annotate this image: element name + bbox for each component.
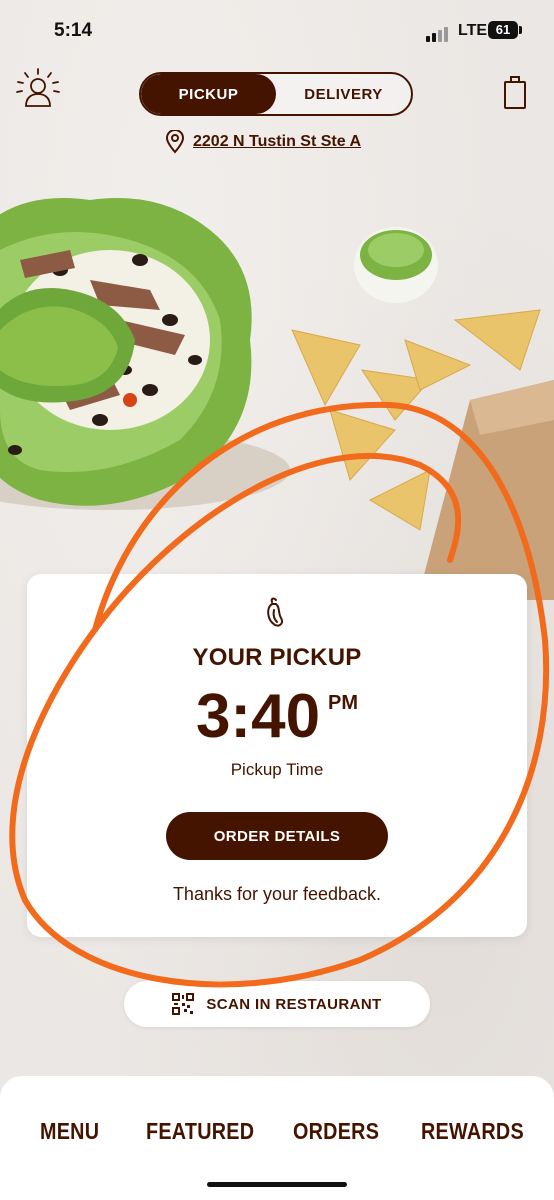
signal-icon [426, 24, 450, 42]
bag-icon[interactable] [502, 74, 528, 110]
battery-icon: 61 [488, 21, 518, 39]
scan-in-restaurant-button[interactable]: SCAN IN RESTAURANT [124, 981, 430, 1027]
store-location[interactable]: 2202 N Tustin St Ste A [165, 130, 361, 154]
pickup-card: YOUR PICKUP 3:40 PM Pickup Time ORDER DE… [27, 574, 527, 937]
pickup-tab[interactable]: PICKUP [141, 74, 276, 114]
nav-featured[interactable]: FEATURED [146, 1118, 254, 1145]
nav-rewards[interactable]: REWARDS [421, 1118, 524, 1145]
pepper-icon [263, 596, 289, 628]
order-details-button[interactable]: ORDER DETAILS [166, 812, 388, 860]
network-label: LTE [458, 22, 488, 39]
home-indicator[interactable] [207, 1182, 347, 1187]
store-address[interactable]: 2202 N Tustin St Ste A [193, 133, 361, 151]
scan-label: SCAN IN RESTAURANT [206, 995, 382, 1013]
pickup-time: 3:40 [195, 682, 321, 751]
pickup-ampm: PM [328, 692, 359, 714]
account-sun-icon[interactable] [14, 66, 62, 114]
pickup-time-label: Pickup Time [230, 760, 324, 779]
location-pin-icon [165, 130, 185, 154]
battery-tip [519, 26, 522, 34]
order-mode-toggle[interactable]: PICKUP DELIVERY [139, 72, 413, 116]
feedback-message: Thanks for your feedback. [172, 884, 382, 904]
status-time: 5:14 [54, 20, 93, 41]
delivery-tab[interactable]: DELIVERY [276, 74, 411, 114]
status-bar: 5:14 LTE 61 [0, 0, 554, 60]
pickup-time-row: 3:40 PM [27, 682, 527, 752]
qr-code-icon [172, 993, 195, 1015]
card-title: YOUR PICKUP [192, 644, 362, 671]
nav-menu[interactable]: MENU [40, 1118, 99, 1145]
food-illustration [0, 170, 554, 732]
nav-orders[interactable]: ORDERS [293, 1118, 379, 1145]
